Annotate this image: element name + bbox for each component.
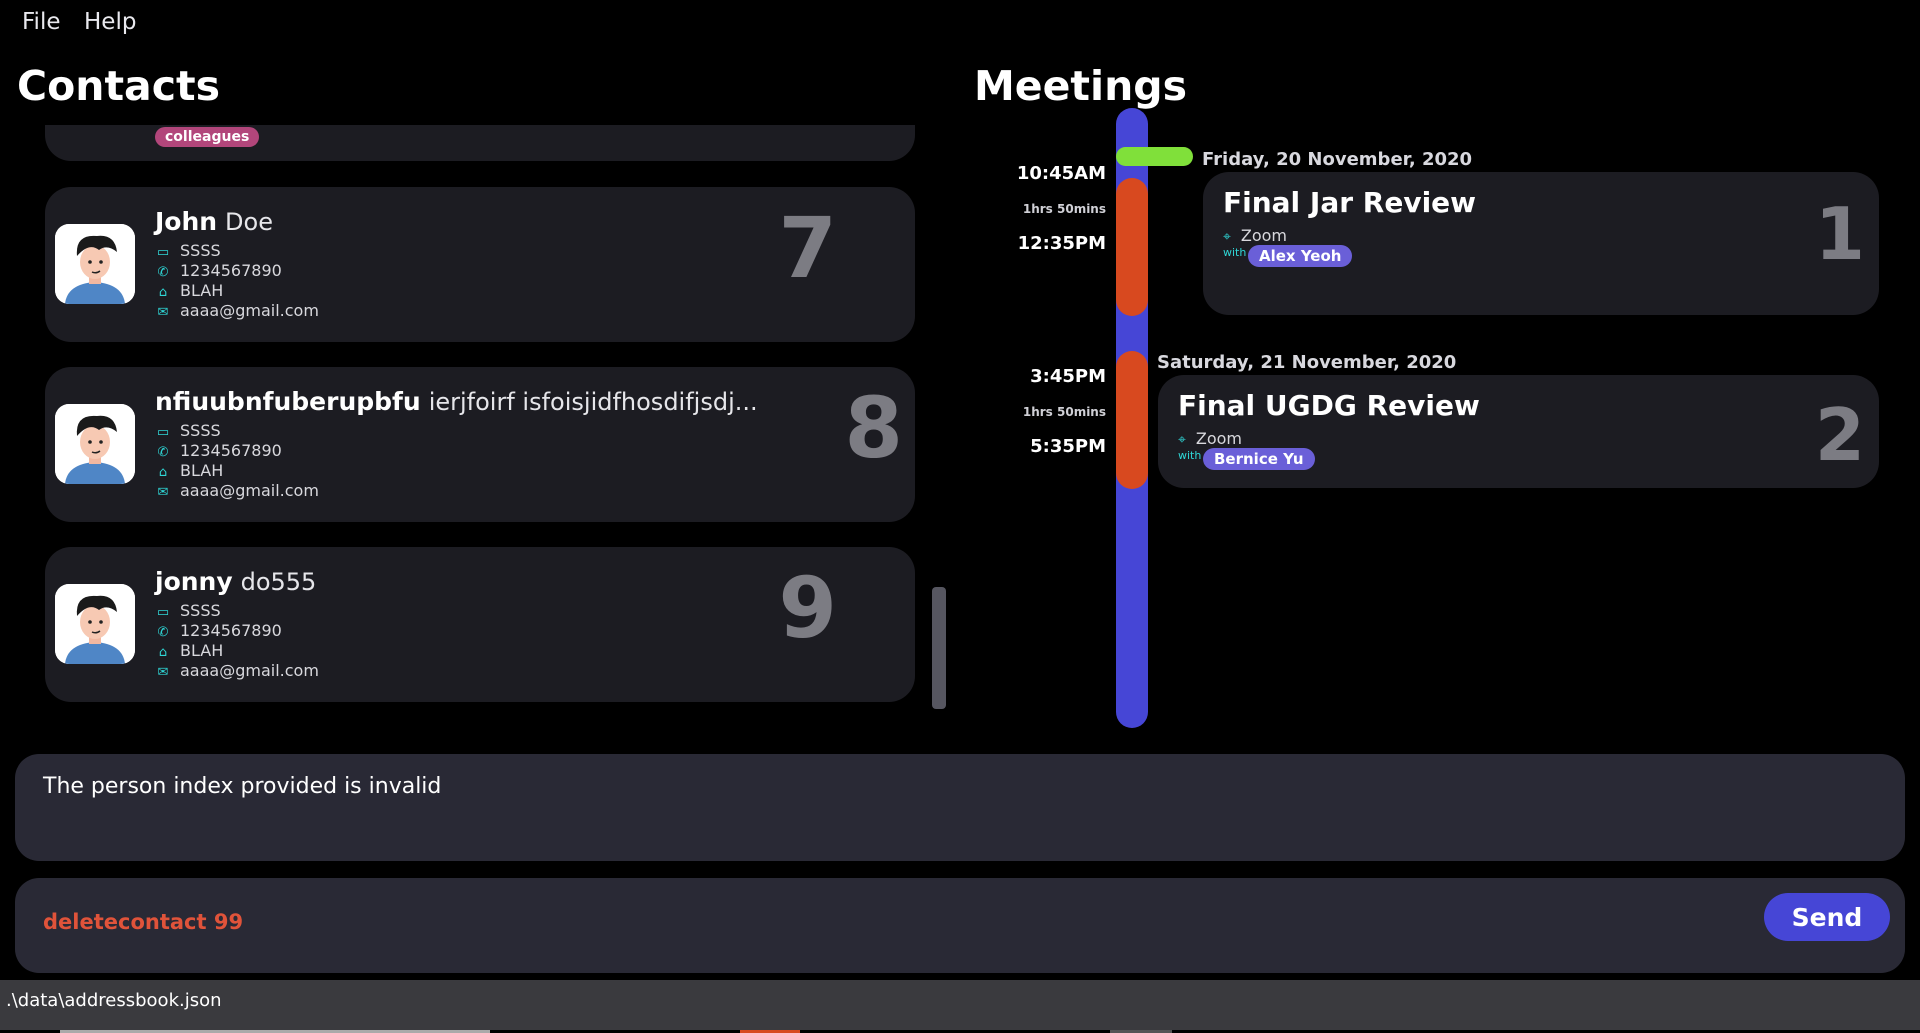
location-pin-icon: ⌖ (1178, 432, 1186, 448)
meeting-index: 2 (1814, 393, 1865, 477)
meeting-end-time: 12:35PM (1017, 233, 1106, 254)
meeting-end-time: 5:35PM (1030, 436, 1106, 457)
mail-icon: ✉ (157, 665, 169, 680)
contact-phone: ✆ 1234567890 (155, 261, 282, 280)
contact-index: 8 (844, 379, 903, 477)
home-icon: ⌂ (158, 285, 168, 300)
avatar (55, 224, 135, 304)
meeting-title: Final Jar Review (1223, 186, 1477, 219)
meeting-location: ⌖ Zoom (1178, 429, 1243, 448)
save-location: .\data\addressbook.json (6, 990, 222, 1011)
avatar (55, 584, 135, 664)
contact-card[interactable]: John Doe ▭ SSSS ✆ 1234567890 ⌂ BLAH ✉ aaaa@g… (45, 187, 915, 342)
meeting-date: Saturday, 21 November, 2020 (1157, 352, 1457, 373)
result-message: The person index provided is invalid (43, 774, 442, 799)
contact-index: 7 (778, 199, 837, 297)
contact-name: nfiuubnfuberupbfu ierjfoirf isfoisjidfho… (155, 387, 758, 416)
menu-help[interactable]: Help (84, 9, 136, 35)
location-pin-icon: ⌖ (1223, 229, 1231, 245)
contact-address: ⌂ BLAH (155, 281, 223, 300)
contact-company: ▭ SSSS (156, 421, 221, 440)
meeting-start-time: 3:45PM (1030, 366, 1106, 387)
meeting-with-label: with (1223, 246, 1247, 259)
briefcase-icon: ▭ (156, 605, 170, 620)
contact-phone: ✆ 1234567890 (155, 441, 282, 460)
contact-address: ⌂ BLAH (155, 641, 223, 660)
contact-email: ✉ aaaa@gmail.com (155, 301, 319, 320)
meeting-slot (1116, 178, 1148, 316)
home-icon: ⌂ (158, 465, 168, 480)
avatar-icon (55, 584, 135, 664)
contact-email: ✉ aaaa@gmail.com (155, 661, 319, 680)
meetings-title: Meetings (974, 62, 1188, 110)
current-time-marker (1116, 147, 1193, 166)
contacts-scrollbar[interactable] (932, 587, 946, 709)
contact-company: ▭ SSSS (156, 241, 221, 260)
contact-index: 9 (778, 559, 837, 657)
menu-bar: File Help (0, 0, 1920, 46)
phone-icon: ✆ (157, 265, 169, 280)
meeting-card[interactable]: Final Jar Review ⌖ Zoom with Alex Yeoh 1 (1203, 172, 1879, 315)
contact-address: ⌂ BLAH (155, 461, 223, 480)
contact-tag: colleagues (155, 127, 260, 147)
command-box: Send (15, 878, 1905, 973)
contact-phone: ✆ 1234567890 (155, 621, 282, 640)
mail-icon: ✉ (157, 305, 169, 320)
contact-first-name: nfiuubnfuberupbfu (155, 387, 421, 416)
mail-icon: ✉ (157, 485, 169, 500)
meeting-index: 1 (1814, 192, 1865, 276)
contact-last-name: Doe (225, 208, 273, 236)
meeting-participant: Bernice Yu (1203, 448, 1315, 470)
contact-email: ✉ aaaa@gmail.com (155, 481, 319, 500)
menu-file[interactable]: File (22, 9, 61, 35)
meeting-duration: 1hrs 50mins (1022, 405, 1106, 419)
meeting-title: Final UGDG Review (1178, 389, 1480, 422)
contact-name: John Doe (155, 207, 273, 236)
contact-company: ▭ SSSS (156, 601, 221, 620)
briefcase-icon: ▭ (156, 245, 170, 260)
contact-card[interactable]: colleagues (45, 125, 915, 161)
meeting-start-time: 10:45AM (1016, 163, 1106, 184)
avatar-icon (55, 224, 135, 304)
meeting-duration: 1hrs 50mins (1022, 202, 1106, 216)
contact-last-name: do555 (240, 568, 317, 596)
contact-last-name: ierjfoirf isfoisjidfhosdifjsdj... (428, 388, 758, 416)
status-bar: .\data\addressbook.json (0, 980, 1920, 1030)
meeting-slot (1116, 351, 1148, 489)
contact-list[interactable]: colleagues John Doe ▭ SSSS ✆ 1234567890 ⌂ B… (45, 125, 915, 710)
contact-first-name: John (155, 207, 218, 236)
phone-icon: ✆ (157, 625, 169, 640)
phone-icon: ✆ (157, 445, 169, 460)
contact-name: jonny do555 (155, 567, 316, 596)
meeting-location: ⌖ Zoom (1223, 226, 1288, 245)
avatar (55, 404, 135, 484)
meeting-with-label: with (1178, 449, 1202, 462)
home-icon: ⌂ (158, 645, 168, 660)
contacts-title: Contacts (17, 62, 221, 110)
meeting-date: Friday, 20 November, 2020 (1202, 149, 1473, 170)
meeting-card[interactable]: Final UGDG Review ⌖ Zoom with Bernice Yu … (1158, 375, 1879, 488)
avatar-icon (55, 404, 135, 484)
contact-card[interactable]: nfiuubnfuberupbfu ierjfoirf isfoisjidfho… (45, 367, 915, 522)
briefcase-icon: ▭ (156, 425, 170, 440)
command-input[interactable] (43, 902, 1743, 942)
meeting-participant: Alex Yeoh (1248, 245, 1353, 267)
result-display[interactable]: The person index provided is invalid (15, 754, 1905, 861)
contact-first-name: jonny (155, 567, 233, 596)
send-button[interactable]: Send (1764, 893, 1890, 941)
contact-card[interactable]: jonny do555 ▭ SSSS ✆ 1234567890 ⌂ BLAH ✉ aaa… (45, 547, 915, 702)
